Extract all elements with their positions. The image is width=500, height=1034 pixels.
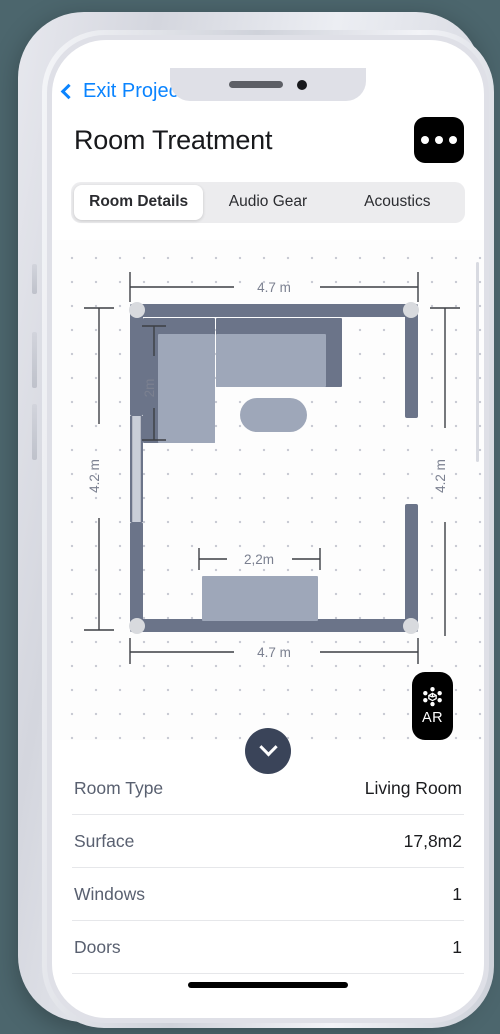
- front-camera-icon: [297, 79, 307, 90]
- detail-value: 17,8m2: [403, 831, 462, 851]
- screenshot-stage: Exit Project Room Treatment Room Details: [0, 0, 500, 1034]
- tab-label: Acoustics: [364, 193, 431, 210]
- svg-text:4.2 m: 4.2 m: [433, 459, 448, 493]
- furniture-media-console: [202, 576, 318, 621]
- room-details-list: Room Type Living Room Surface 17,8m2 Win…: [52, 762, 484, 974]
- chevron-left-icon: [60, 83, 77, 100]
- volume-down-button[interactable]: [32, 404, 37, 460]
- expand-details-button[interactable]: [245, 728, 291, 774]
- detail-label: Windows: [74, 884, 145, 904]
- device-notch: [170, 68, 366, 101]
- ellipsis-icon-dot: [449, 136, 457, 144]
- phone-screen: Exit Project Room Treatment Room Details: [52, 40, 484, 1018]
- table-row[interactable]: Surface 17,8m2: [72, 815, 464, 868]
- more-options-button[interactable]: [414, 117, 464, 163]
- detail-value: Living Room: [364, 778, 462, 798]
- page-title: Room Treatment: [74, 124, 273, 155]
- table-row[interactable]: Doors 1: [72, 921, 464, 974]
- ellipsis-icon-dot: [435, 136, 443, 144]
- volume-up-button[interactable]: [32, 332, 37, 388]
- tab-acoustics[interactable]: Acoustics: [333, 185, 462, 220]
- phone-frame: Exit Project Room Treatment Room Details: [18, 12, 494, 1028]
- svg-text:4.7 m: 4.7 m: [257, 645, 291, 660]
- floor-plan-canvas[interactable]: .wall { fill: #6b7489; } .furn { fill: #…: [52, 240, 484, 740]
- mute-switch-button[interactable]: [32, 264, 37, 294]
- dimension-table-width: 2,2m: [198, 548, 321, 570]
- detail-value: 1: [452, 937, 462, 957]
- ar-cube-icon: [423, 686, 442, 707]
- chevron-down-icon: [258, 737, 278, 756]
- ellipsis-icon-dot: [421, 136, 429, 144]
- detail-label: Room Type: [74, 778, 164, 798]
- app-content: Exit Project Room Treatment Room Details: [52, 40, 484, 1018]
- dimension-top-width: 4.7 m: [129, 272, 419, 302]
- table-row[interactable]: Windows 1: [72, 868, 464, 921]
- svg-text:2m: 2m: [142, 379, 157, 398]
- tab-label: Room Details: [89, 193, 189, 210]
- title-row: Room Treatment: [52, 103, 484, 163]
- detail-label: Doors: [74, 937, 121, 957]
- ar-button-label: AR: [422, 710, 443, 726]
- svg-text:4.2 m: 4.2 m: [87, 459, 102, 493]
- ar-view-button[interactable]: AR: [412, 672, 453, 740]
- tab-audio-gear[interactable]: Audio Gear: [203, 185, 332, 220]
- dimension-bottom-width: 4.7 m: [129, 638, 419, 664]
- tab-segmented-control: Room Details Audio Gear Acoustics: [71, 182, 465, 223]
- tab-label: Audio Gear: [228, 193, 308, 210]
- dimension-right-height: 4.2 m: [430, 307, 460, 636]
- exit-project-label: Exit Project: [83, 80, 185, 102]
- speaker-slot-icon: [229, 81, 283, 88]
- home-indicator[interactable]: [188, 982, 348, 988]
- dimension-left-height: 4.2 m: [84, 307, 114, 631]
- floor-plan-drawing: .wall { fill: #6b7489; } .furn { fill: #…: [84, 272, 460, 664]
- furniture-sectional-sofa: [143, 318, 342, 443]
- furniture-ottoman: [240, 398, 307, 432]
- tab-room-details[interactable]: Room Details: [74, 185, 204, 220]
- svg-text:2,2m: 2,2m: [244, 552, 274, 567]
- svg-text:4.7 m: 4.7 m: [257, 280, 291, 295]
- detail-value: 1: [452, 884, 462, 904]
- detail-label: Surface: [74, 831, 135, 851]
